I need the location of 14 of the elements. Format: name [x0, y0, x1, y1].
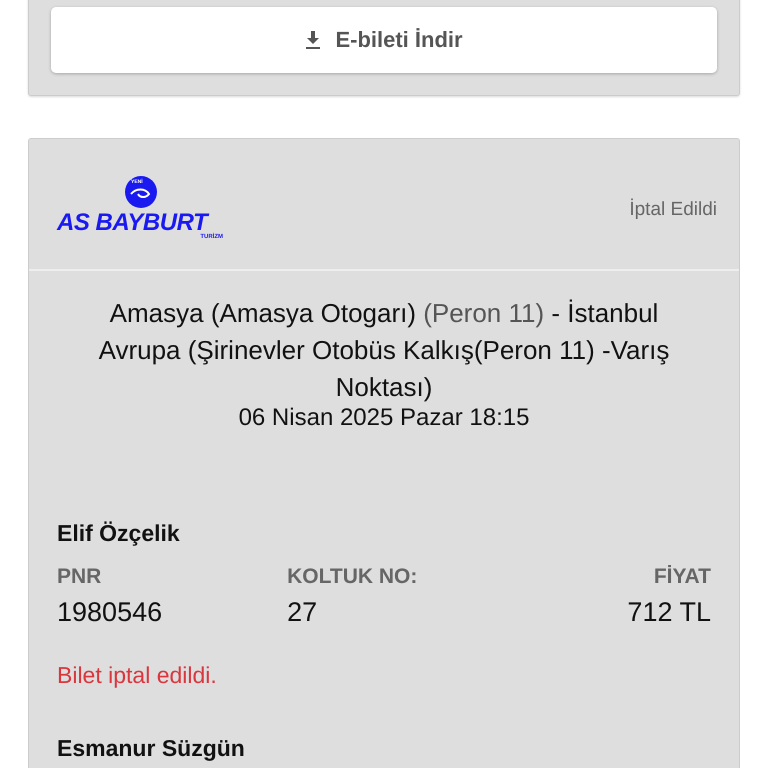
- route-text: Amasya (Amasya Otogarı) (Peron 11) - İstanbul Avrupa (Şirinevler Otobüs Kalkış(Peron 11) -Varış Noktası): [98, 297, 670, 404]
- ticket-note: Bilet iptal edildi.: [57, 662, 218, 689]
- departure-date: 06 Nisan 2025 Pazar 18:15: [238, 404, 530, 432]
- field-value: 27: [287, 597, 318, 628]
- field-label: PNR: [57, 565, 102, 589]
- download-button[interactable]: E-bileti İndir: [51, 7, 717, 73]
- field-value: 1980546: [57, 597, 162, 628]
- field-label: KOLTUK NO:: [287, 565, 418, 589]
- passenger-name: Esmanur Süzgün: [57, 735, 246, 762]
- field-value: 712 TL: [627, 597, 711, 628]
- field-label: FİYAT: [654, 565, 711, 589]
- download-icon: [305, 31, 322, 49]
- ticket-status: İptal Edildi: [629, 199, 717, 221]
- passenger-name: Elif Özçelik: [57, 520, 181, 547]
